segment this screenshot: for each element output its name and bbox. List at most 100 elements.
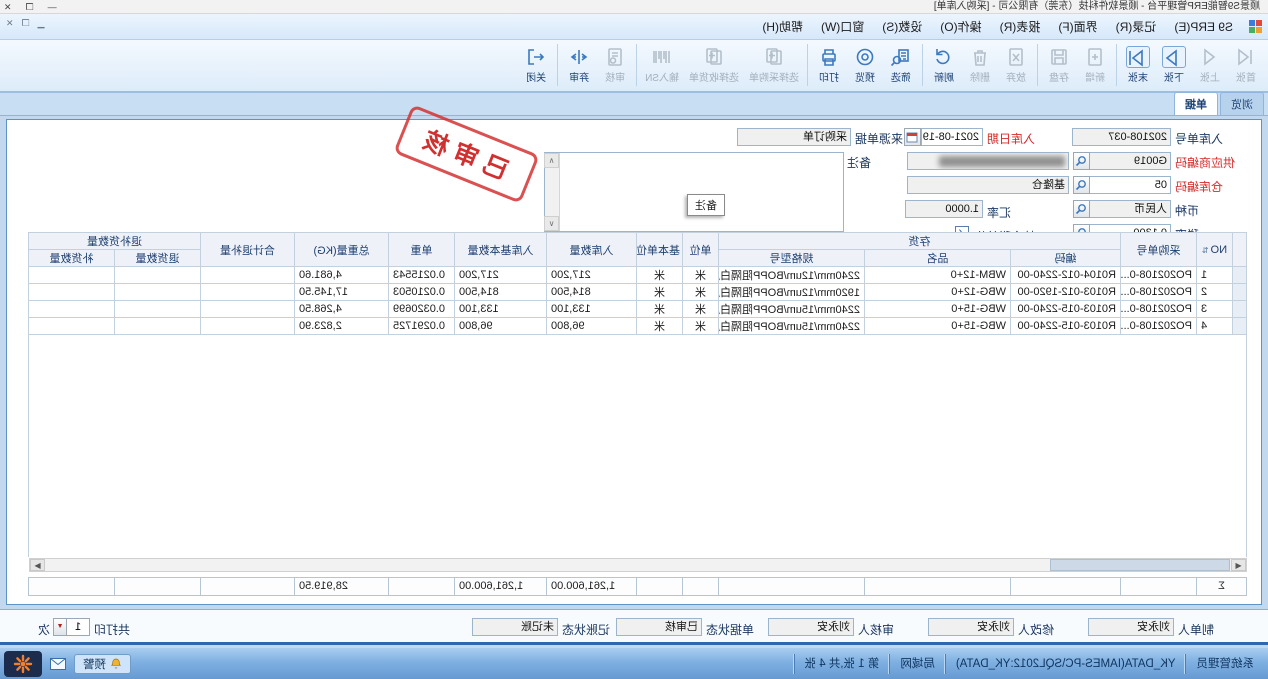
grid-cell-qty[interactable]: 133,100 [547, 301, 637, 318]
menu-item-4[interactable]: 操作(O) [931, 17, 990, 37]
menu-item-3[interactable]: 报表(R) [991, 17, 1050, 37]
grid-cell-replenish_qty[interactable] [29, 301, 115, 318]
grid-cell-po_no[interactable]: PO202108-0... [1121, 284, 1197, 301]
grid-cell-po_no[interactable]: PO202108-0... [1121, 301, 1197, 318]
grid-cell-qty[interactable]: 814,500 [547, 284, 637, 301]
mdi-restore-button[interactable]: ❐ [22, 18, 30, 29]
grid-cell-po_no[interactable]: PO202108-0... [1121, 267, 1197, 284]
grid-header-cell-base_unit[interactable]: 基本单位 [637, 233, 683, 267]
tab-browse[interactable]: 浏览 [1220, 92, 1264, 115]
alert-button[interactable]: 预警 [74, 654, 131, 674]
grid-cell-base_unit[interactable]: 米 [637, 318, 683, 335]
grid-cell-return_qty[interactable] [115, 284, 201, 301]
grid-cell-total_rr[interactable] [201, 284, 295, 301]
close-button[interactable]: ✕ [4, 0, 12, 14]
restore-button[interactable]: ❐ [26, 0, 34, 14]
row-selector[interactable] [1233, 284, 1247, 301]
grid-cell-total_weight[interactable]: 4,681.60 [295, 267, 389, 284]
grid-cell-no[interactable]: 1 [1197, 267, 1233, 284]
toolbar-button-filter[interactable]: 筛选 [884, 44, 918, 86]
sort-icon[interactable]: ⇅ [1202, 246, 1209, 255]
grid-row-3[interactable]: 3PO202108-0...R0103-015-2240-00WBG-15+02… [29, 301, 1247, 318]
menu-item-6[interactable]: 窗口(W) [812, 17, 873, 37]
grid-cell-replenish_qty[interactable] [29, 318, 115, 335]
grid-cell-total_weight[interactable]: 17,145.50 [295, 284, 389, 301]
grid-cell-qty[interactable]: 217,200 [547, 267, 637, 284]
grid-cell-return_qty[interactable] [115, 318, 201, 335]
grid-header-cell-no[interactable]: NO⇅ [1197, 233, 1233, 267]
grid-cell-total_rr[interactable] [201, 318, 295, 335]
grid-cell-base_unit[interactable]: 米 [637, 284, 683, 301]
grid-row-2[interactable]: 2PO202108-0...R0103-012-1920-00WBG-12+01… [29, 284, 1247, 301]
minimize-button[interactable]: — [48, 0, 57, 14]
grid-header-cell-po_no[interactable]: 采购单号 [1121, 233, 1197, 267]
grid-cell-return_qty[interactable] [115, 301, 201, 318]
grid-cell-replenish_qty[interactable] [29, 284, 115, 301]
supplier-lookup-button[interactable] [1073, 152, 1090, 170]
toolbar-button-unaudit[interactable]: 弃审 [562, 44, 596, 86]
menu-item-5[interactable]: 设数(S) [873, 17, 931, 37]
grid-header-cell-replenish_qty[interactable]: 补货数量 [29, 250, 115, 267]
warehouse-lookup-button[interactable] [1073, 176, 1090, 194]
grid-cell-unit_weight[interactable]: 0.0291725 [389, 318, 455, 335]
grid-header-cell-base_qty[interactable]: 入库基本数量 [455, 233, 547, 267]
grid-cell-unit_weight[interactable]: 0.0210503 [389, 284, 455, 301]
currency-input[interactable]: 人民币 [1089, 200, 1171, 218]
tab-document[interactable]: 单据 [1174, 92, 1218, 115]
scroll-down-button[interactable]: ∨ [544, 216, 559, 231]
dropdown-arrow-icon[interactable]: ▼ [54, 619, 67, 635]
grid-cell-spec[interactable]: 2240mm/12um/BOPP阻隔白膜... [719, 267, 865, 284]
grid-cell-code[interactable]: R0104-012-2240-00 [1011, 267, 1121, 284]
grid-row-4[interactable]: 4PO202108-0...R0103-015-2240-00WBG-15+02… [29, 318, 1247, 335]
scroll-left-button[interactable]: ◀ [1231, 559, 1246, 571]
grid-row-1[interactable]: 1PO202108-0...R0104-012-2240-00WBM-12+02… [29, 267, 1247, 284]
receipt-date-input[interactable]: 2021-08-19 [921, 128, 983, 146]
grid-header-cell-code[interactable]: 编码 [1011, 250, 1121, 267]
grid-cell-unit[interactable]: 米 [683, 267, 719, 284]
grid-cell-name[interactable]: WBG-15+0 [865, 318, 1011, 335]
grid-cell-base_qty[interactable]: 96,800 [455, 318, 547, 335]
grid-cell-name[interactable]: WBM-12+0 [865, 267, 1011, 284]
toolbar-button-next[interactable]: 下张 [1157, 44, 1191, 86]
remark-textarea[interactable]: ∧ ∨ [544, 152, 844, 232]
grid-cell-unit[interactable]: 米 [683, 284, 719, 301]
grid-cell-qty[interactable]: 96,800 [547, 318, 637, 335]
grid-cell-total_rr[interactable] [201, 301, 295, 318]
scrollbar-thumb[interactable] [1050, 559, 1230, 571]
grid-cell-code[interactable]: R0103-015-2240-00 [1011, 301, 1121, 318]
grid-cell-total_weight[interactable]: 2,823.90 [295, 318, 389, 335]
grid-cell-no[interactable]: 4 [1197, 318, 1233, 335]
toolbar-button-refresh[interactable]: 刷新 [927, 44, 961, 86]
row-selector[interactable] [1233, 267, 1247, 284]
h-scrollbar[interactable]: ◀▶ [29, 558, 1247, 572]
grid-cell-replenish_qty[interactable] [29, 267, 115, 284]
grid-cell-base_unit[interactable]: 米 [637, 301, 683, 318]
grid-cell-po_no[interactable]: PO202108-0... [1121, 318, 1197, 335]
grid-header-cell-sel[interactable] [1233, 233, 1247, 267]
row-selector[interactable] [1233, 318, 1247, 335]
grid-cell-unit_weight[interactable]: 0.0320699 [389, 301, 455, 318]
grid-cell-name[interactable]: WBG-12+0 [865, 284, 1011, 301]
grid-header-cell-name[interactable]: 品名 [865, 250, 1011, 267]
mdi-close-button[interactable]: ✕ [6, 18, 14, 29]
grid-header-cell-qty[interactable]: 入库数量 [547, 233, 637, 267]
grid-cell-total_rr[interactable] [201, 267, 295, 284]
grid-cell-base_qty[interactable]: 133,100 [455, 301, 547, 318]
toolbar-button-close[interactable]: 关闭 [519, 44, 553, 86]
grid-cell-unit[interactable]: 米 [683, 301, 719, 318]
grid-cell-spec[interactable]: 1920mm/12um/BOPP阻隔白膜... [719, 284, 865, 301]
toolbar-button-print[interactable]: 打印 [812, 44, 846, 86]
grid-cell-base_qty[interactable]: 814,500 [455, 284, 547, 301]
grid-cell-code[interactable]: R0103-015-2240-00 [1011, 318, 1121, 335]
grid-cell-return_qty[interactable] [115, 267, 201, 284]
grid-cell-total_weight[interactable]: 4,268.50 [295, 301, 389, 318]
grid-header-cell-spec[interactable]: 规格型号 [719, 250, 865, 267]
grid-cell-unit[interactable]: 米 [683, 318, 719, 335]
grid-cell-spec[interactable]: 2240mm/15um/BOPP阻隔白膜... [719, 318, 865, 335]
grid-cell-unit_weight[interactable]: 0.0215543 [389, 267, 455, 284]
supplier-code-input[interactable]: G0019 [1089, 152, 1171, 170]
warehouse-code-input[interactable]: 05 [1089, 176, 1171, 194]
mdi-minimize-button[interactable]: ▁ [38, 18, 45, 29]
scroll-up-button[interactable]: ∧ [544, 153, 559, 168]
row-selector[interactable] [1233, 301, 1247, 318]
